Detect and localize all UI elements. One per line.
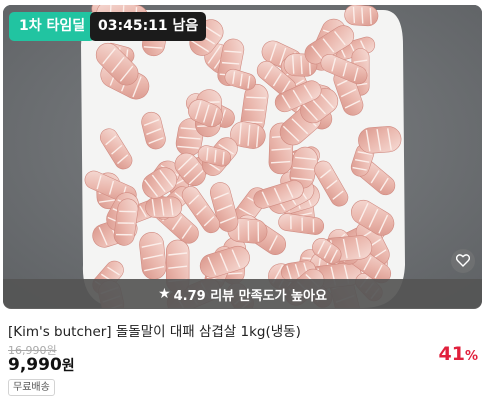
sale-price-value: 9,990 [8, 355, 62, 375]
star-icon: ★ [158, 286, 171, 302]
review-rating-bar: ★ 4.79 리뷰 만족도가 높아요 [3, 279, 482, 309]
countdown-badge: 03:45:11 남음 [90, 12, 207, 41]
discount-value: 41 [438, 343, 465, 365]
timedeal-badge: 1차 타임딜 [9, 12, 96, 41]
heart-icon [455, 252, 471, 271]
rating-text: 4.79 리뷰 만족도가 높아요 [173, 288, 327, 304]
wishlist-button[interactable] [451, 249, 475, 273]
discount-rate: 41% [439, 343, 478, 365]
free-shipping-tag: 무료배송 [8, 379, 55, 396]
product-card[interactable]: 1차 타임딜 03:45:11 남음 ★ 4.79 리뷰 만족도가 높아요 [K… [0, 0, 486, 398]
sale-price-unit: 원 [61, 358, 75, 374]
sale-price: 9,990원 [8, 355, 75, 375]
discount-unit: % [464, 349, 478, 364]
product-title[interactable]: [Kim's butcher] 돌돌말이 대패 삼겹살 1kg(냉동) [8, 320, 478, 340]
product-photo [3, 5, 482, 308]
product-image[interactable] [3, 5, 482, 308]
